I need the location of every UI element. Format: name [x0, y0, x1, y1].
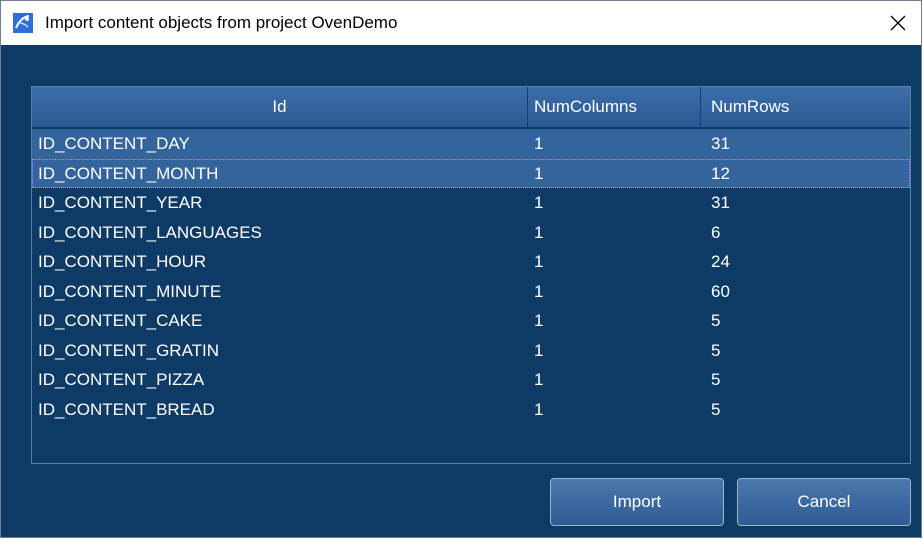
dialog-title: Import content objects from project Oven… — [45, 13, 398, 32]
cell-numrows: 31 — [711, 134, 730, 153]
cell-numcolumns: 1 — [534, 281, 544, 301]
cell-numrows: 5 — [711, 399, 721, 419]
close-button[interactable] — [875, 1, 921, 45]
cell-id: ID_CONTENT_DAY — [38, 134, 190, 153]
cell-numcolumns: 1 — [534, 193, 544, 212]
cell-numrows: 5 — [711, 340, 721, 360]
table-row[interactable]: ID_CONTENT_LANGUAGES 1 6 — [32, 218, 910, 248]
import-dialog: Import content objects from project Oven… — [0, 0, 922, 538]
table-row[interactable]: ID_CONTENT_MINUTE 1 60 — [32, 277, 910, 307]
cancel-button[interactable]: Cancel — [737, 478, 911, 526]
app-icon — [13, 13, 33, 33]
cell-numrows: 60 — [711, 281, 730, 301]
table-body: ID_CONTENT_DAY 1 31 ID_CONTENT_MONTH 1 12 ID_C… — [32, 129, 910, 424]
cell-numcolumns: 1 — [534, 163, 544, 183]
cell-numcolumns: 1 — [534, 311, 544, 330]
cell-numcolumns: 1 — [534, 399, 544, 419]
cell-numrows: 6 — [711, 222, 721, 242]
cell-numcolumns: 1 — [534, 222, 544, 242]
cell-numrows: 5 — [711, 370, 721, 389]
column-header-id[interactable]: Id — [32, 87, 528, 127]
cell-id: ID_CONTENT_MONTH — [38, 163, 219, 183]
import-button[interactable]: Import — [550, 478, 724, 526]
table-row[interactable]: ID_CONTENT_CAKE 1 5 — [32, 306, 910, 336]
table-row[interactable]: ID_CONTENT_BREAD 1 5 — [32, 395, 910, 425]
cell-id: ID_CONTENT_HOUR — [38, 252, 207, 271]
table-row[interactable]: ID_CONTENT_DAY 1 31 — [32, 129, 910, 159]
close-icon — [890, 15, 906, 31]
table-row[interactable]: ID_CONTENT_YEAR 1 31 — [32, 188, 910, 218]
cell-numcolumns: 1 — [534, 340, 544, 360]
cell-id: ID_CONTENT_YEAR — [38, 193, 203, 212]
cell-numcolumns: 1 — [534, 134, 544, 153]
cell-id: ID_CONTENT_LANGUAGES — [38, 222, 262, 242]
table-row[interactable]: ID_CONTENT_MONTH 1 12 — [32, 158, 910, 188]
table-header: Id NumColumns NumRows — [32, 87, 910, 127]
content-objects-table[interactable]: Id NumColumns NumRows ID_CONTENT_DAY 1 31 I… — [31, 86, 911, 464]
title-bar: Import content objects from project Oven… — [1, 1, 921, 45]
cell-id: ID_CONTENT_PIZZA — [38, 370, 205, 389]
column-header-numrows[interactable]: NumRows — [701, 87, 910, 127]
cell-id: ID_CONTENT_CAKE — [38, 311, 203, 330]
table-row[interactable]: ID_CONTENT_HOUR 1 24 — [32, 247, 910, 277]
table-row[interactable]: ID_CONTENT_PIZZA 1 5 — [32, 365, 910, 395]
cell-numrows: 5 — [711, 311, 721, 330]
cell-numrows: 12 — [711, 163, 730, 183]
cell-id: ID_CONTENT_GRATIN — [38, 340, 220, 360]
cell-numcolumns: 1 — [534, 252, 544, 271]
cell-id: ID_CONTENT_MINUTE — [38, 281, 222, 301]
column-header-numcolumns[interactable]: NumColumns — [528, 87, 701, 127]
cell-numrows: 24 — [711, 252, 730, 271]
table-row[interactable]: ID_CONTENT_GRATIN 1 5 — [32, 336, 910, 366]
cell-numcolumns: 1 — [534, 370, 544, 389]
cell-id: ID_CONTENT_BREAD — [38, 399, 215, 419]
cell-numrows: 31 — [711, 193, 730, 212]
